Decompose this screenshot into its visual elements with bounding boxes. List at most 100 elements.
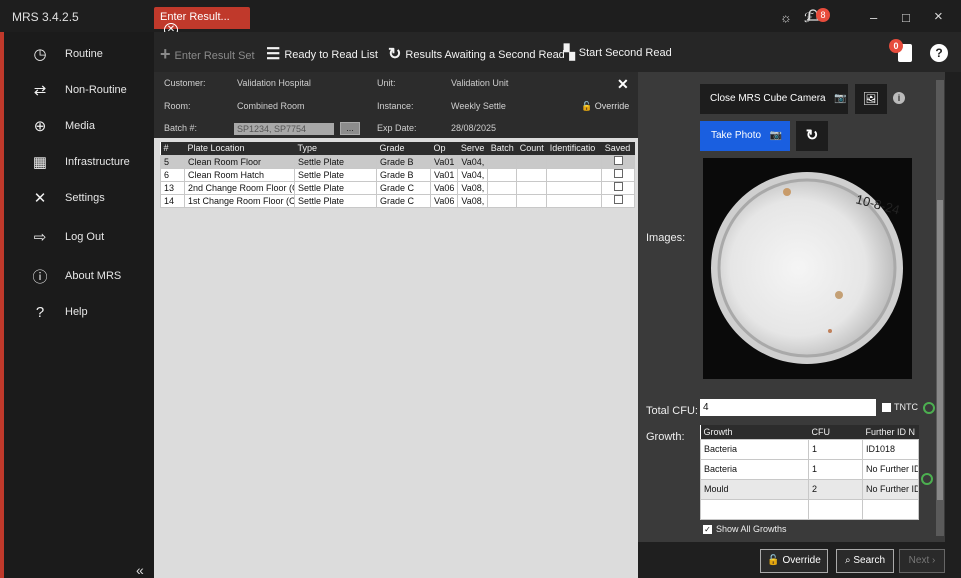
awaiting-second-read-button[interactable]: ↻ Results Awaiting a Second Read — [388, 44, 565, 64]
take-photo-label: Take Photo — [711, 130, 762, 141]
col-count[interactable]: Count — [516, 142, 547, 155]
enter-result-set-label: Enter Result Set — [174, 50, 255, 62]
table-row[interactable]: 5 Clean Room Floor Settle Plate Grade B … — [160, 154, 636, 169]
show-all-growths-checkbox[interactable]: ✓ — [703, 525, 712, 534]
refresh-icon: ↻ — [805, 127, 819, 144]
cell — [516, 167, 548, 182]
col-identification[interactable]: Identificatio — [546, 142, 602, 155]
tntc-checkbox[interactable] — [882, 403, 891, 412]
ready-to-read-button[interactable]: ☰ Ready to Read List — [266, 44, 378, 64]
petri-dish-photo[interactable]: 10-8-24 — [703, 158, 912, 379]
sidebar-item-infrastructure[interactable]: ▦ Infrastructure — [4, 144, 154, 180]
cell: Va08, — [457, 193, 489, 208]
override-toggle[interactable]: 🔓 Override — [581, 101, 629, 112]
ready-to-read-label: Ready to Read List — [284, 49, 378, 61]
table-row[interactable]: 13 2nd Change Room Floor (C Settle Plate… — [160, 180, 636, 195]
col-op[interactable]: Op — [430, 142, 458, 155]
col-cfu[interactable]: CFU — [808, 425, 863, 439]
total-cfu-label: Total CFU: — [646, 405, 698, 417]
saved-checkbox[interactable] — [613, 195, 623, 204]
override-button[interactable]: 🔓 Override — [760, 549, 828, 573]
clock-icon: ◷ — [33, 46, 47, 63]
table-row[interactable]: Bacteria 1 ID1018 — [700, 438, 919, 460]
table-row[interactable]: 14 1st Change Room Floor (Cl Settle Plat… — [160, 193, 636, 208]
cell — [487, 180, 518, 195]
table-header-row: # Plate Location Type Grade Op Serve Bat… — [160, 142, 635, 155]
tab-enter-result[interactable]: Enter Result...✕ — [154, 7, 250, 37]
search-button-label: Search — [853, 555, 886, 566]
notification-badge: 8 — [816, 8, 830, 22]
cell: 6 — [160, 167, 185, 182]
col-plate-location[interactable]: Plate Location — [184, 142, 295, 155]
plates-table: # Plate Location Type Grade Op Serve Bat… — [160, 142, 636, 208]
sidebar-item-routine[interactable]: ◷ Routine — [4, 36, 154, 72]
table-row[interactable]: 6 Clean Room Hatch Settle Plate Grade B … — [160, 167, 636, 182]
enter-result-set-button[interactable]: + Enter Result Set — [160, 44, 255, 65]
cell: Grade B — [376, 154, 431, 169]
col-growth[interactable]: Growth — [700, 425, 809, 439]
sidebar-item-label: Non-Routine — [65, 84, 127, 96]
close-camera-button[interactable]: Close MRS Cube Camera 📷 — [700, 84, 848, 114]
results-panel: Customer: Validation Hospital Unit: Vali… — [154, 72, 638, 578]
sidebar-item-about[interactable]: ⓘ About MRS — [4, 258, 154, 294]
info-circle-icon[interactable]: i — [893, 92, 905, 104]
batch-browse-button[interactable]: ... — [340, 122, 360, 135]
cell — [546, 193, 603, 208]
sidebar-item-settings[interactable]: ✕ Settings — [4, 180, 154, 216]
col-batch[interactable]: Batch — [487, 142, 517, 155]
cell: No Further ID — [862, 478, 919, 500]
cell — [516, 193, 548, 208]
sidebar-item-logout[interactable]: ⇨ Log Out — [4, 219, 154, 255]
saved-checkbox[interactable] — [613, 156, 623, 165]
batch-info-header: Customer: Validation Hospital Unit: Vali… — [154, 72, 638, 138]
document-badge: 0 — [889, 39, 903, 53]
col-serve[interactable]: Serve — [457, 142, 488, 155]
qr-code-icon: ▚ — [564, 44, 575, 60]
minimize-icon[interactable]: – — [870, 10, 877, 25]
close-icon[interactable]: ✕ — [617, 76, 629, 93]
exp-date-label: Exp Date: — [377, 123, 417, 133]
collapse-sidebar-icon[interactable]: « — [136, 562, 144, 578]
close-window-icon[interactable]: × — [934, 8, 943, 25]
cell: No Further ID — [862, 458, 919, 480]
batch-input[interactable]: SP1234, SP7754 — [234, 123, 334, 135]
unit-value: Validation Unit — [451, 78, 509, 88]
maximize-icon[interactable]: □ — [902, 10, 910, 25]
cell: 14 — [160, 193, 185, 208]
brightness-icon[interactable]: ☼ — [780, 10, 792, 25]
col-grade[interactable]: Grade — [376, 142, 431, 155]
col-number[interactable]: # — [160, 142, 185, 155]
cell: 2 — [808, 478, 863, 500]
scrollbar-thumb[interactable] — [937, 200, 943, 500]
next-button[interactable]: Next › — [899, 549, 945, 573]
take-photo-button[interactable]: Take Photo 📷 — [700, 121, 790, 151]
cell — [862, 498, 919, 520]
open-images-button[interactable]: 🖼 — [855, 84, 887, 114]
col-type[interactable]: Type — [294, 142, 377, 155]
sidebar-item-help[interactable]: ? Help — [4, 294, 154, 330]
sidebar-item-label: Routine — [65, 48, 103, 60]
cell: ID1018 — [862, 438, 919, 460]
check-circle-icon — [923, 402, 935, 414]
infrastructure-icon: ▦ — [32, 154, 48, 171]
refresh-icon: ↻ — [388, 46, 402, 63]
total-cfu-input[interactable]: 4 — [700, 399, 876, 416]
search-button[interactable]: ⌕ Search — [836, 549, 894, 573]
app-window: MRS 3.4.2.5 Enter Result...✕ ☼ ℱ 8 – □ ×… — [0, 0, 961, 578]
saved-checkbox[interactable] — [613, 169, 623, 178]
sidebar-item-non-routine[interactable]: ⇄ Non-Routine — [4, 72, 154, 108]
col-saved[interactable]: Saved — [601, 142, 635, 155]
refresh-camera-button[interactable]: ↻ — [796, 121, 828, 151]
start-second-read-button[interactable]: ▚ Start Second Read — [564, 44, 672, 61]
saved-checkbox[interactable] — [613, 182, 623, 191]
table-row[interactable]: Mould 2 No Further ID — [700, 478, 919, 500]
next-button-label: Next — [908, 555, 930, 566]
room-value: Combined Room — [237, 101, 305, 111]
help-button[interactable]: ? — [930, 44, 948, 62]
cell: Grade C — [376, 193, 431, 208]
sidebar-item-label: Help — [65, 306, 88, 318]
col-further-id[interactable]: Further ID N — [862, 425, 919, 439]
sidebar-item-media[interactable]: ⊕ Media — [4, 108, 154, 144]
table-row[interactable]: Bacteria 1 No Further ID — [700, 458, 919, 480]
table-row[interactable] — [700, 498, 919, 520]
